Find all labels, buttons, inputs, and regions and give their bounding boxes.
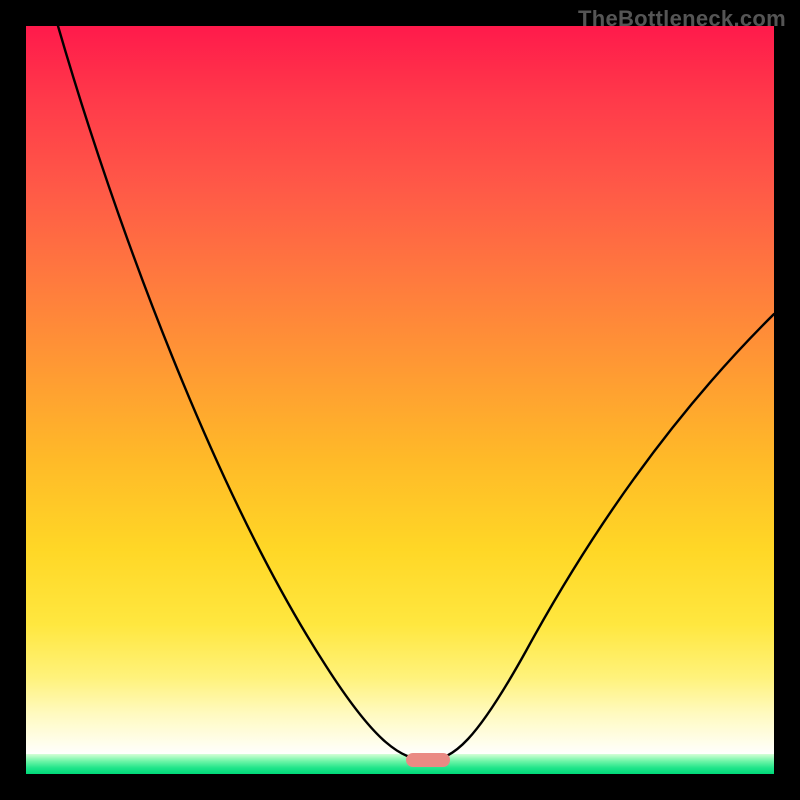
attribution-text: TheBottleneck.com bbox=[578, 6, 786, 32]
optimal-marker bbox=[406, 753, 450, 767]
plot-area bbox=[26, 26, 774, 774]
chart-frame: TheBottleneck.com bbox=[0, 0, 800, 800]
bottleneck-curve bbox=[26, 26, 774, 774]
